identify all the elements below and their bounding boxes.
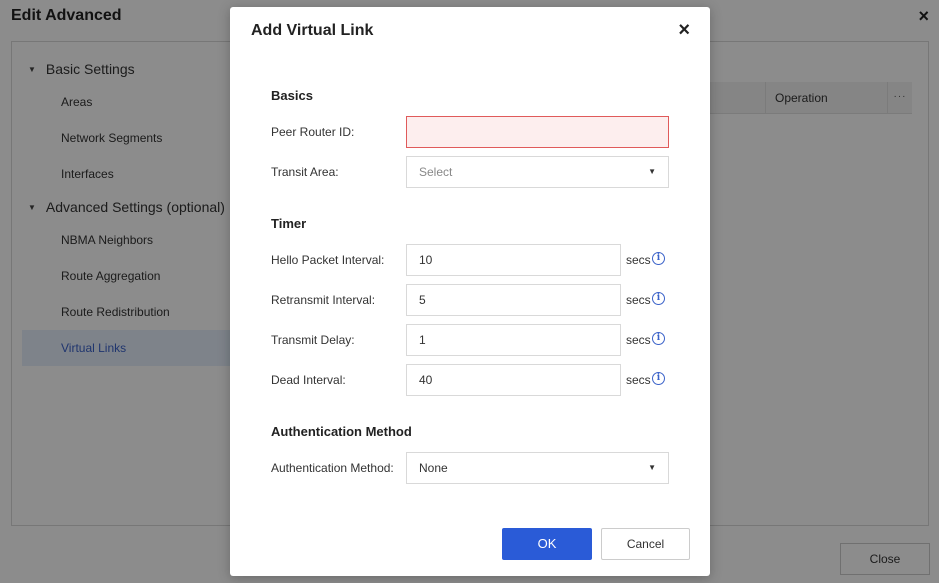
dead-interval-row: Dead Interval: 40 secs i bbox=[271, 364, 691, 396]
authentication-method-select[interactable]: None ▼ bbox=[406, 452, 669, 484]
transit-area-label: Transit Area: bbox=[271, 165, 339, 179]
info-icon[interactable]: i bbox=[652, 372, 665, 385]
dead-interval-input[interactable]: 40 bbox=[406, 364, 621, 396]
dialog-title: Add Virtual Link bbox=[251, 22, 374, 39]
info-icon[interactable]: i bbox=[652, 332, 665, 345]
info-icon[interactable]: i bbox=[652, 292, 665, 305]
transmit-delay-label: Transmit Delay: bbox=[271, 333, 355, 347]
hello-interval-row: Hello Packet Interval: 10 secs i bbox=[271, 244, 691, 276]
section-timer: Timer bbox=[271, 216, 307, 231]
section-authentication: Authentication Method bbox=[271, 424, 412, 439]
unit-label: secs bbox=[626, 373, 651, 387]
info-icon[interactable]: i bbox=[652, 252, 665, 265]
unit-label: secs bbox=[626, 333, 651, 347]
add-virtual-link-dialog: Add Virtual Link × Basics Peer Router ID… bbox=[230, 7, 710, 576]
transmit-delay-input[interactable]: 1 bbox=[406, 324, 621, 356]
unit-label: secs bbox=[626, 253, 651, 267]
hello-interval-label: Hello Packet Interval: bbox=[271, 253, 385, 267]
transmit-delay-row: Transmit Delay: 1 secs i bbox=[271, 324, 691, 356]
hello-interval-input[interactable]: 10 bbox=[406, 244, 621, 276]
dead-interval-label: Dead Interval: bbox=[271, 373, 346, 387]
authentication-method-row: Authentication Method: None ▼ bbox=[271, 452, 691, 484]
caret-down-icon: ▼ bbox=[648, 463, 656, 472]
close-icon[interactable]: × bbox=[678, 20, 690, 40]
peer-router-id-input[interactable] bbox=[406, 116, 669, 148]
retransmit-interval-row: Retransmit Interval: 5 secs i bbox=[271, 284, 691, 316]
peer-router-id-row: Peer Router ID: bbox=[271, 116, 691, 148]
transit-area-row: Transit Area: Select ▼ bbox=[271, 156, 691, 188]
peer-router-id-label: Peer Router ID: bbox=[271, 125, 355, 139]
unit-label: secs bbox=[626, 293, 651, 307]
retransmit-interval-input[interactable]: 5 bbox=[406, 284, 621, 316]
authentication-method-label: Authentication Method: bbox=[271, 461, 394, 475]
caret-down-icon: ▼ bbox=[648, 167, 656, 176]
transit-area-placeholder: Select bbox=[419, 165, 453, 179]
cancel-button[interactable]: Cancel bbox=[601, 528, 690, 560]
ok-button[interactable]: OK bbox=[502, 528, 592, 560]
retransmit-interval-label: Retransmit Interval: bbox=[271, 293, 376, 307]
authentication-method-value: None bbox=[419, 461, 448, 475]
section-basics: Basics bbox=[271, 88, 313, 103]
transit-area-select[interactable]: Select ▼ bbox=[406, 156, 669, 188]
